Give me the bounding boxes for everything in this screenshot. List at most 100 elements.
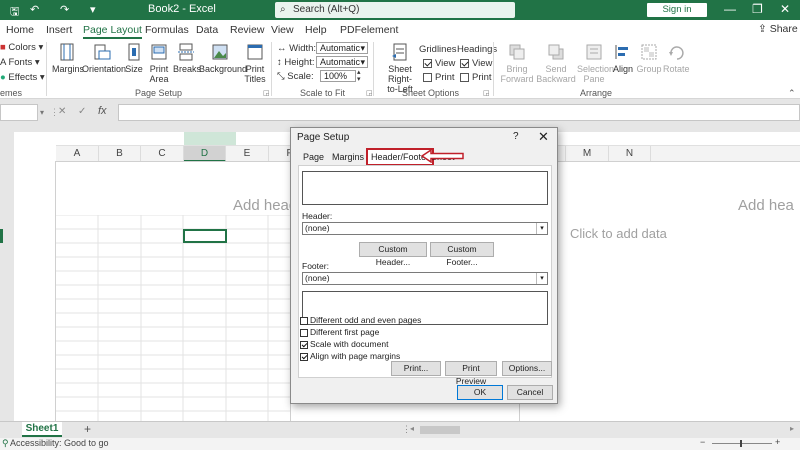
effects-button[interactable]: ● Effects ▾ (0, 72, 45, 83)
align-with-margins-label: Align with page margins (310, 351, 401, 361)
headings-print-checkbox[interactable]: Print (460, 72, 492, 83)
align-button[interactable]: Align (611, 42, 635, 74)
tab-page-layout[interactable]: Page Layout (83, 24, 142, 39)
print-button[interactable]: Print... (391, 361, 441, 376)
breaks-button[interactable]: Breaks (173, 42, 201, 74)
ok-button[interactable]: OK (457, 385, 503, 400)
orientation-button[interactable]: Orientation (82, 42, 126, 74)
background-button[interactable]: Background (199, 42, 247, 74)
margins-label: Margins (52, 64, 85, 74)
checkbox-checked (423, 58, 432, 68)
colors-button[interactable]: ■ Colors ▾ (0, 42, 43, 53)
gridlines-print-checkbox[interactable]: Print (423, 72, 455, 83)
send-backward-button[interactable]: Send Backward (536, 42, 576, 84)
customize-toolbar-icon[interactable]: ▾ (90, 3, 96, 16)
column-header-d[interactable]: D (184, 146, 226, 162)
different-odd-even-checkbox[interactable]: Different odd and even pages (300, 315, 421, 325)
share-button[interactable]: ⇪ Share (758, 23, 798, 35)
bring-forward-button[interactable]: Bring Forward (499, 42, 535, 84)
restore-icon[interactable]: ❐ (752, 2, 763, 16)
enter-entry-icon[interactable]: ✓ (78, 106, 86, 117)
scroll-right-icon[interactable]: ▸ (790, 424, 794, 433)
search-box[interactable]: ⌕ Search (Alt+Q) (275, 2, 515, 18)
tab-formulas[interactable]: Formulas (145, 24, 189, 36)
sign-in-button[interactable]: Sign in (647, 3, 707, 17)
zoom-out-icon[interactable]: − (700, 437, 705, 447)
print-titles-button[interactable]: Print Titles (242, 42, 268, 84)
tab-review[interactable]: Review (230, 24, 264, 36)
scale-stepper-icon[interactable]: ▴ ▾ (357, 69, 361, 83)
redo-icon[interactable]: ↷ (60, 3, 69, 16)
undo-icon[interactable]: ↶ (30, 3, 39, 16)
accessibility-status[interactable]: Accessibility: Good to go (10, 438, 109, 448)
collapse-ribbon-icon[interactable]: ⌃ (788, 88, 796, 99)
bring-forward-label-2: Forward (500, 74, 534, 84)
column-header-m[interactable]: M (566, 146, 609, 162)
rtl-label-1: Sheet Right- (387, 64, 412, 84)
minimize-icon[interactable]: — (724, 2, 736, 16)
name-box[interactable] (0, 104, 38, 121)
sheet-options-launcher-icon[interactable]: ◲ (483, 89, 490, 97)
align-with-margins-checkbox[interactable]: Align with page margins (300, 351, 400, 361)
zoom-slider[interactable] (712, 443, 772, 444)
header-select[interactable]: (none) ▾ (302, 222, 548, 235)
formula-input[interactable] (118, 104, 800, 121)
zoom-in-icon[interactable]: + (775, 437, 780, 447)
cell-grid[interactable] (56, 215, 290, 421)
width-combo[interactable]: Automatic ▾ (316, 42, 368, 54)
tab-pdfelement[interactable]: PDFelement (340, 24, 398, 36)
group-button[interactable]: Group (636, 42, 662, 74)
height-combo[interactable]: Automatic ▾ (316, 56, 368, 68)
tab-page[interactable]: Page (303, 152, 324, 162)
scale-with-document-label: Scale with document (310, 339, 389, 349)
column-header-b[interactable]: B (99, 146, 141, 162)
zoom-slider-thumb[interactable] (740, 440, 742, 447)
gridlines-view-checkbox[interactable]: View (423, 58, 455, 69)
print-area-button[interactable]: Print Area (147, 42, 171, 84)
column-header-e[interactable]: E (226, 146, 269, 162)
help-icon[interactable]: ? (513, 131, 519, 142)
scroll-left-icon[interactable]: ◂ (410, 424, 414, 433)
tab-data[interactable]: Data (196, 24, 218, 36)
column-header-n[interactable]: N (609, 146, 651, 162)
tab-home[interactable]: Home (6, 24, 34, 36)
different-first-page-checkbox[interactable]: Different first page (300, 327, 379, 337)
margins-button[interactable]: Margins (52, 42, 85, 74)
insert-function-icon[interactable]: fx (98, 105, 107, 117)
add-header-right[interactable]: Add hea (738, 197, 794, 214)
cancel-button[interactable]: Cancel (507, 385, 553, 400)
tab-margins[interactable]: Margins (332, 152, 364, 162)
column-header-c[interactable]: C (141, 146, 184, 162)
rotate-button[interactable]: Rotate (663, 42, 690, 74)
close-icon[interactable]: ✕ (780, 2, 790, 16)
tab-view[interactable]: View (271, 24, 294, 36)
tab-insert[interactable]: Insert (46, 24, 72, 36)
column-header-a[interactable]: A (56, 146, 99, 162)
sheet-right-to-left-button[interactable]: Sheet Right- to-Left (376, 42, 424, 94)
dialog-close-icon[interactable]: ✕ (538, 129, 549, 145)
scale-to-fit-launcher-icon[interactable]: ◲ (366, 89, 373, 97)
sheet-tab-sheet1[interactable]: Sheet1 (22, 422, 62, 437)
options-button[interactable]: Options... (502, 361, 552, 376)
size-button[interactable]: Size (124, 42, 144, 74)
scale-spinner[interactable]: 100% (320, 70, 356, 82)
share-icon: ⇪ (758, 23, 770, 35)
custom-header-button[interactable]: Custom Header... (359, 242, 427, 267)
page-setup-launcher-icon[interactable]: ◲ (263, 89, 270, 97)
headings-view-checkbox[interactable]: View (460, 58, 492, 69)
fonts-button[interactable]: A Fonts ▾ (0, 57, 40, 68)
click-to-add-data[interactable]: Click to add data (570, 226, 667, 241)
print-preview-button[interactable]: Print Preview (445, 361, 497, 386)
tab-help[interactable]: Help (305, 24, 327, 36)
chevron-down-icon: ▾ (536, 223, 547, 234)
cancel-entry-icon[interactable]: ✕ (58, 106, 66, 117)
scale-with-document-checkbox[interactable]: Scale with document (300, 339, 388, 349)
selection-pane-button[interactable]: Selection Pane (577, 42, 614, 84)
selected-cell[interactable] (183, 229, 227, 243)
footer-select[interactable]: (none) ▾ (302, 272, 548, 285)
margins-icon (60, 43, 74, 61)
custom-footer-button[interactable]: Custom Footer... (430, 242, 494, 267)
name-box-dropdown-icon[interactable]: ▾ (40, 108, 44, 117)
add-sheet-icon[interactable]: + (84, 422, 91, 436)
horizontal-scrollbar-thumb[interactable] (420, 426, 460, 434)
